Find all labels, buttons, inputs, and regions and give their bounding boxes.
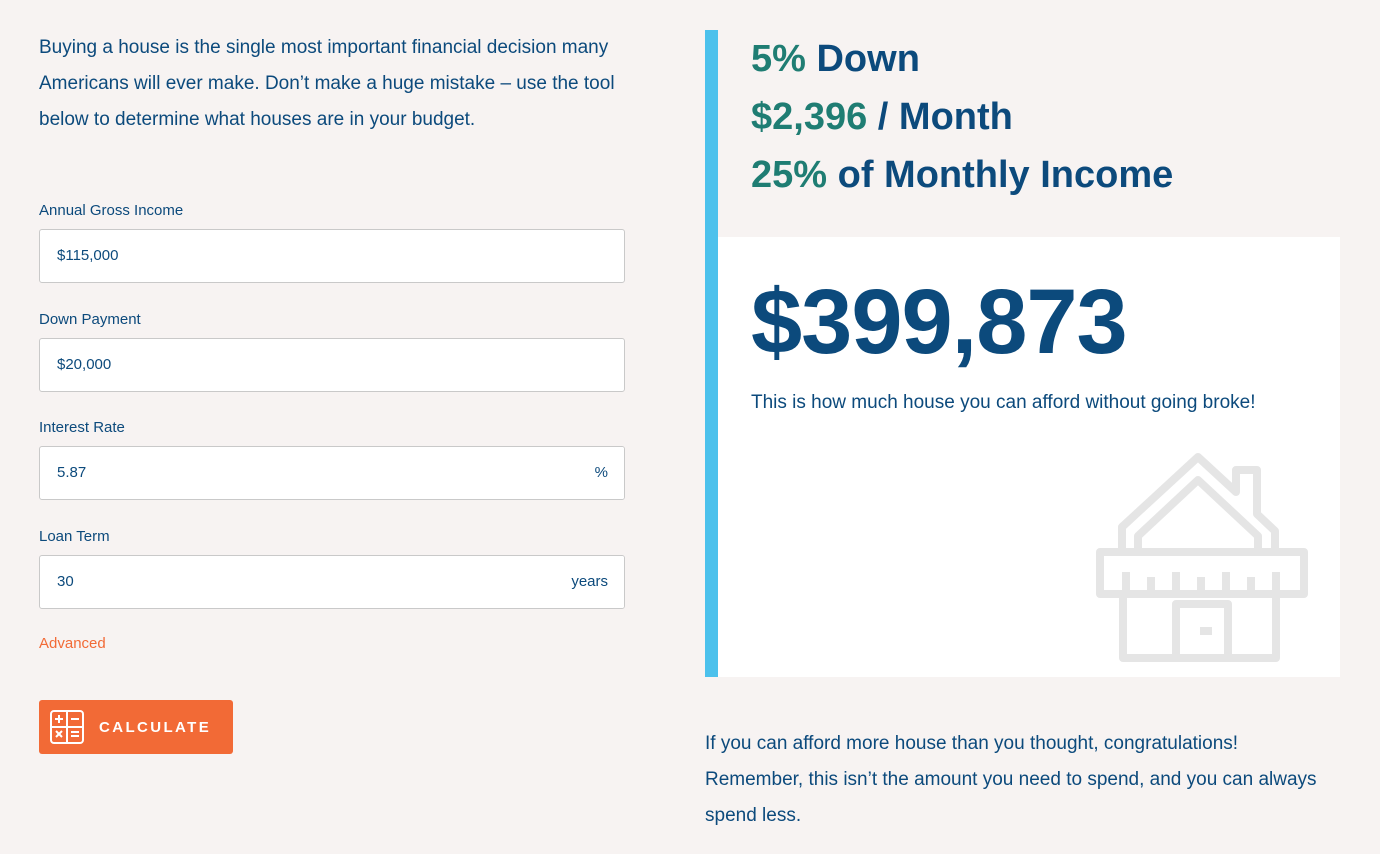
income-text: of Monthly Income: [837, 154, 1174, 196]
down-payment-label: Down Payment: [39, 311, 141, 328]
result-summary: 5% Down $2,396 / Month 25% of Monthly In…: [751, 30, 1173, 204]
calculator-icon: [50, 710, 84, 744]
intro-text: Buying a house is the single most import…: [39, 37, 615, 130]
income-summary: 25% of Monthly Income: [751, 146, 1173, 204]
affordable-amount: $399,873: [751, 271, 1128, 373]
monthly-text: / Month: [877, 96, 1013, 138]
down-text: Down: [816, 38, 920, 80]
result-card: $399,873 This is how much house you can …: [718, 237, 1340, 677]
down-payment-value[interactable]: $20,000: [40, 339, 624, 391]
income-percent: 25%: [751, 154, 828, 196]
interest-rate-field: Interest Rate 5.87 %: [39, 418, 625, 500]
years-suffix: years: [557, 556, 624, 608]
income-value[interactable]: $115,000: [40, 230, 624, 282]
house-icon: [1096, 453, 1308, 662]
income-field: Annual Gross Income $115,000: [39, 201, 625, 283]
calculate-label: CALCULATE: [99, 718, 212, 736]
result-caption: This is how much house you can afford wi…: [751, 392, 1256, 413]
loan-term-field: Loan Term 30 years: [39, 527, 625, 609]
income-input[interactable]: $115,000: [39, 229, 625, 283]
interest-rate-label: Interest Rate: [39, 419, 125, 436]
loan-term-value[interactable]: 30: [40, 556, 557, 608]
down-percent: 5%: [751, 38, 806, 80]
loan-term-input[interactable]: 30 years: [39, 555, 625, 609]
loan-term-label: Loan Term: [39, 528, 110, 545]
footer-text: If you can afford more house than you th…: [705, 733, 1317, 826]
down-summary: 5% Down: [751, 30, 1173, 88]
interest-rate-input[interactable]: 5.87 %: [39, 446, 625, 500]
monthly-payment: $2,396: [751, 96, 868, 138]
down-payment-field: Down Payment $20,000: [39, 310, 625, 392]
percent-suffix: %: [580, 447, 624, 499]
monthly-summary: $2,396 / Month: [751, 88, 1173, 146]
interest-rate-value[interactable]: 5.87: [40, 447, 581, 499]
calculate-button[interactable]: CALCULATE: [39, 700, 233, 754]
calculator-form: Buying a house is the single most import…: [39, 30, 625, 754]
advanced-link[interactable]: Advanced: [39, 635, 106, 652]
income-label: Annual Gross Income: [39, 202, 184, 219]
down-payment-input[interactable]: $20,000: [39, 338, 625, 392]
accent-bar: [705, 30, 718, 677]
